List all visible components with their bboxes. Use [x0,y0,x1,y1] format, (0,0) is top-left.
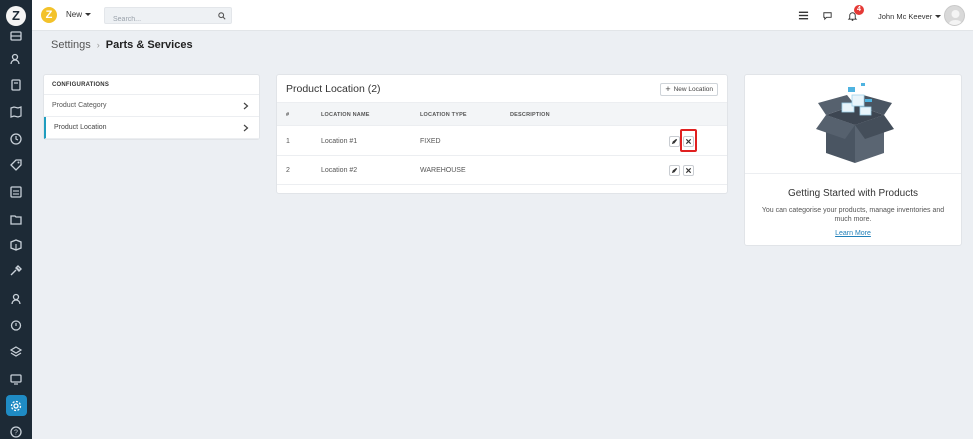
map-icon[interactable] [8,104,24,120]
edit-button[interactable] [669,165,680,176]
user-icon[interactable] [8,291,24,307]
user-name: John Mc Keever [878,12,933,21]
list-view-icon[interactable] [798,10,809,21]
location-type: WAREHOUSE [420,167,466,174]
column-header-description[interactable]: DESCRIPTION [510,112,550,118]
table-row[interactable]: 2 Location #2 WAREHOUSE [277,156,727,185]
timer-icon[interactable] [8,317,24,333]
search-input[interactable] [105,12,215,27]
new-location-button[interactable]: + New Location [660,83,718,96]
app-logo-icon[interactable]: Z [6,6,26,26]
search-box [104,7,232,27]
gear-icon[interactable] [8,398,24,414]
column-header-location-name[interactable]: LOCATION NAME [321,112,370,118]
learn-more-link[interactable]: Learn More [745,230,961,237]
delete-button[interactable] [683,136,694,147]
column-header-number: # [286,112,290,118]
clock-icon[interactable] [8,131,24,147]
new-dropdown-button[interactable]: New [66,10,92,19]
avatar[interactable] [944,5,965,26]
invoice-icon[interactable] [8,184,24,200]
illustration-area [745,75,961,174]
folder-icon[interactable] [8,211,24,227]
column-header-location-type[interactable]: LOCATION TYPE [420,112,467,118]
configurations-header: CONFIGURATIONS [44,75,259,95]
panel-title: Product Location (2) [286,83,381,95]
chevron-right-icon: › [96,40,100,50]
tag-icon[interactable] [8,157,24,173]
breadcrumb-settings[interactable]: Settings [51,39,91,51]
dashboard-icon[interactable] [8,28,24,44]
calculator-icon[interactable] [8,77,24,93]
svg-text:?: ? [14,430,18,437]
new-button-label: New [66,10,83,19]
config-item-label: Product Category [52,102,107,109]
row-number: 2 [286,167,290,174]
avatar-placeholder-icon [948,10,963,25]
edit-button[interactable] [669,136,680,147]
customers-icon[interactable] [8,51,24,67]
chevron-right-icon [243,102,249,110]
row-number: 1 [286,138,290,145]
breadcrumb: Settings › Parts & Services [51,39,193,51]
getting-started-panel: Getting Started with Products You can ca… [744,74,962,246]
config-item-product-location[interactable]: Product Location [44,117,259,139]
location-name: Location #1 [321,138,358,145]
monitor-icon[interactable] [8,371,24,387]
box-icon[interactable] [8,237,24,253]
chat-icon[interactable] [822,10,833,21]
chevron-down-icon [935,15,942,18]
left-nav-rail: Z ? [0,0,32,439]
getting-started-title: Getting Started with Products [787,188,919,199]
help-icon[interactable]: ? [8,424,24,439]
new-location-label: New Location [673,86,713,93]
user-menu[interactable]: John Mc Keever [878,12,942,21]
config-item-product-category[interactable]: Product Category [44,95,259,117]
close-icon [685,138,692,145]
chevron-down-icon [85,13,92,16]
search-icon[interactable] [218,12,226,20]
getting-started-description: You can categorise your products, manage… [761,207,945,223]
location-name: Location #2 [321,167,358,174]
location-type: FIXED [420,138,441,145]
open-box-illustration-icon [816,83,894,163]
table-row[interactable]: 1 Location #1 FIXED [277,127,727,156]
plus-icon: + [665,84,671,94]
product-location-panel: Product Location (2) + New Location # LO… [276,74,728,194]
pencil-icon [671,138,678,145]
notification-badge: 4 [854,5,864,15]
table-header: # LOCATION NAME LOCATION TYPE DESCRIPTIO… [277,102,727,126]
configurations-panel: CONFIGURATIONS Product Category Product … [43,74,260,140]
delete-button[interactable] [683,165,694,176]
brand-logo-icon[interactable]: Z [41,7,57,23]
top-bar: Z New 4 John Mc Keever [32,0,973,31]
tools-icon[interactable] [8,263,24,279]
close-icon [685,167,692,174]
chevron-right-icon [243,124,249,132]
layers-icon[interactable] [8,344,24,360]
pencil-icon [671,167,678,174]
config-item-label: Product Location [54,124,107,131]
page-title: Parts & Services [105,39,193,51]
